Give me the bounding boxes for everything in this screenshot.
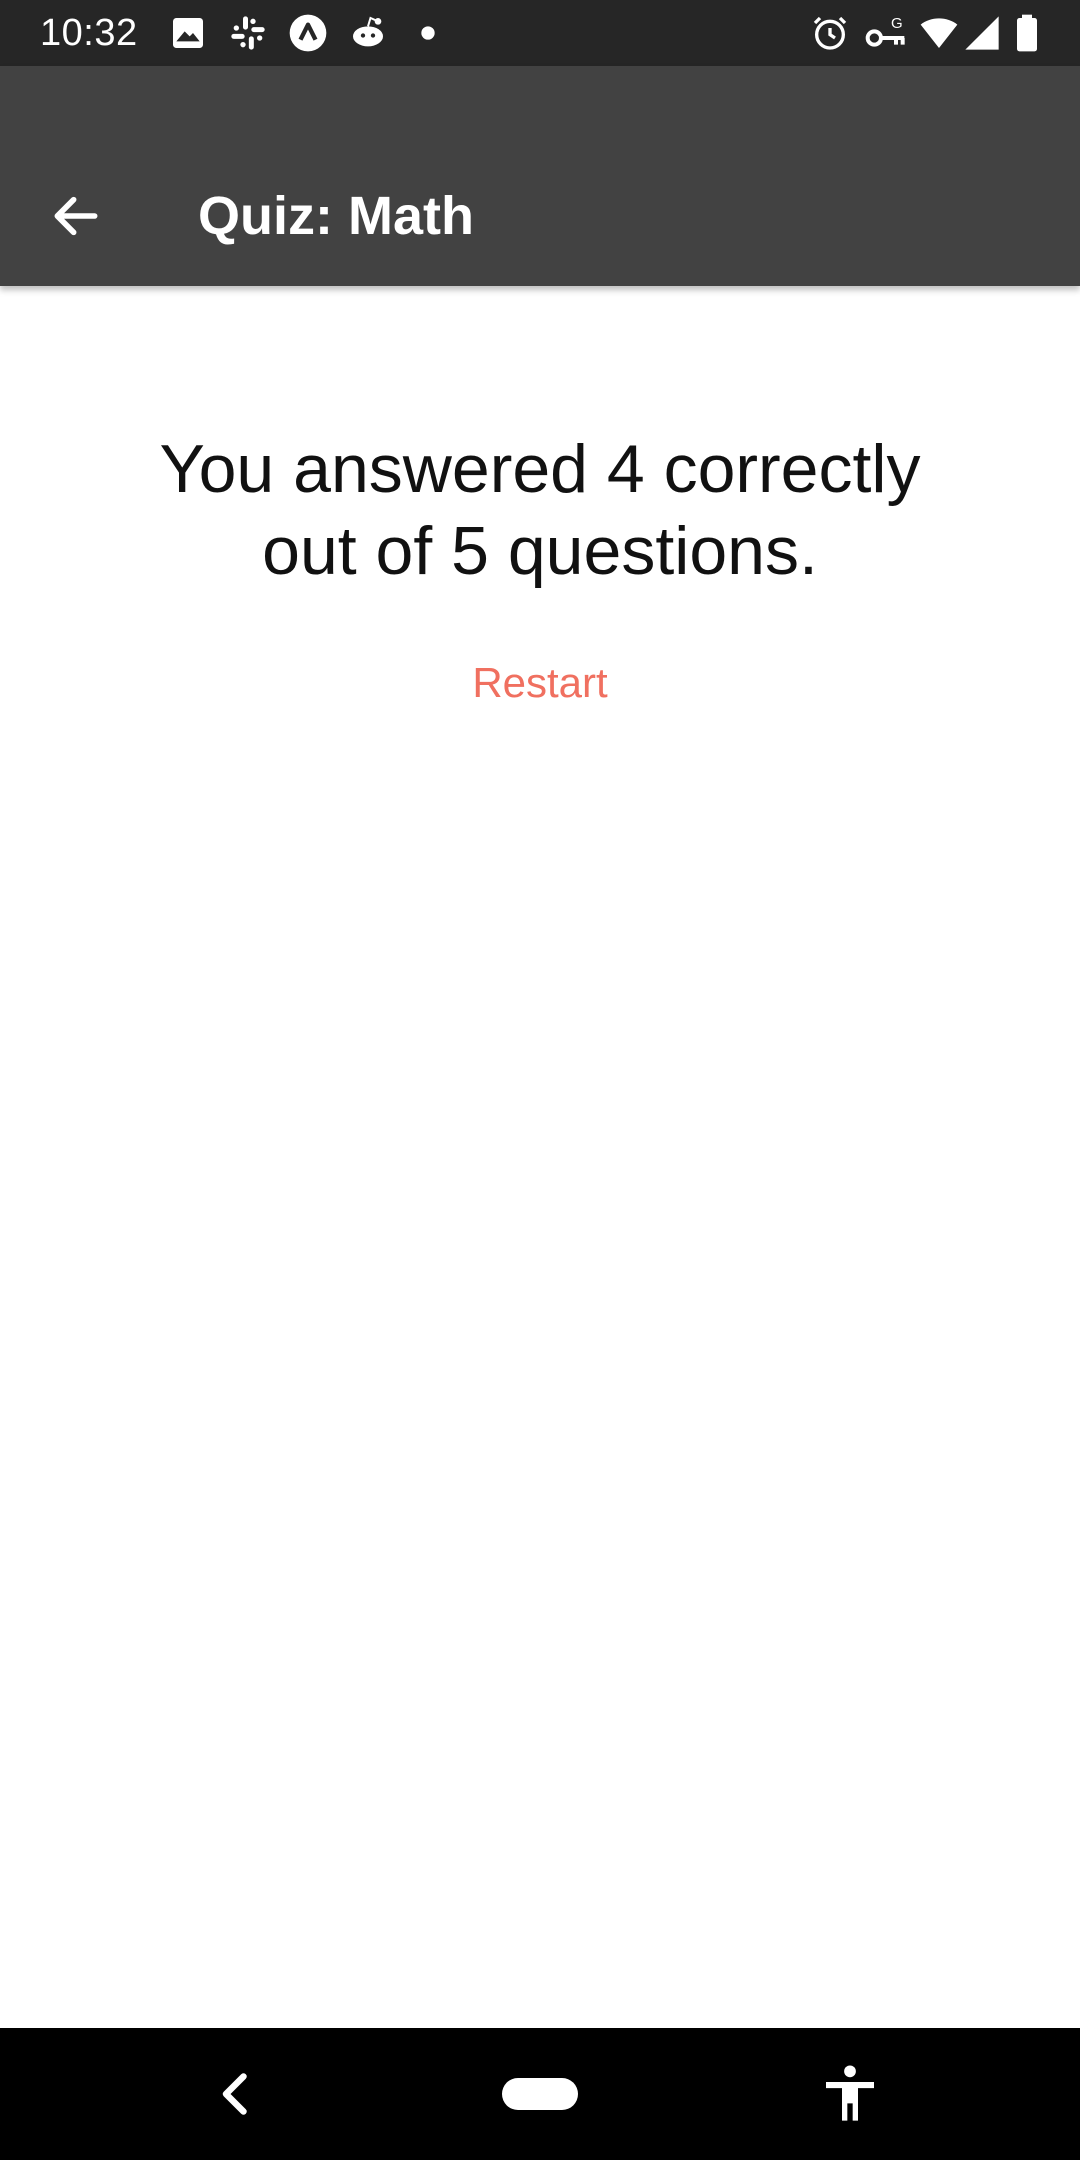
- battery-icon: [1012, 13, 1042, 53]
- status-time: 10:32: [40, 12, 138, 54]
- reddit-icon: [348, 13, 388, 53]
- page-title: Quiz: Math: [198, 186, 474, 246]
- arc-icon: [288, 13, 328, 53]
- wifi-icon: [916, 13, 962, 53]
- arrow-back-icon: [54, 196, 98, 236]
- nav-back-button[interactable]: [206, 2064, 266, 2124]
- result-line-1: You answered 4 correctly: [159, 431, 921, 507]
- accessibility-button[interactable]: [818, 2062, 882, 2126]
- app-bar: Quiz: Math: [0, 66, 1080, 286]
- nav-back-icon: [222, 2073, 247, 2115]
- accessibility-icon: [826, 2065, 874, 2121]
- back-button[interactable]: [36, 176, 116, 256]
- result-message: You answered 4 correctly out of 5 questi…: [80, 428, 1000, 592]
- home-pill-button[interactable]: [502, 2078, 578, 2110]
- slack-icon: [228, 13, 268, 53]
- vpn-key-icon: G: [862, 13, 910, 53]
- navigation-bar: [0, 2028, 1080, 2160]
- signal-icon: [962, 13, 1002, 53]
- alarm-icon: [810, 13, 850, 53]
- dot-icon: [408, 13, 448, 53]
- restart-button[interactable]: Restart: [440, 650, 640, 716]
- status-bar: 10:32 G: [0, 0, 1080, 66]
- image-icon: [168, 13, 208, 53]
- result-line-2: out of 5 questions.: [262, 513, 818, 589]
- svg-text:G: G: [891, 15, 903, 32]
